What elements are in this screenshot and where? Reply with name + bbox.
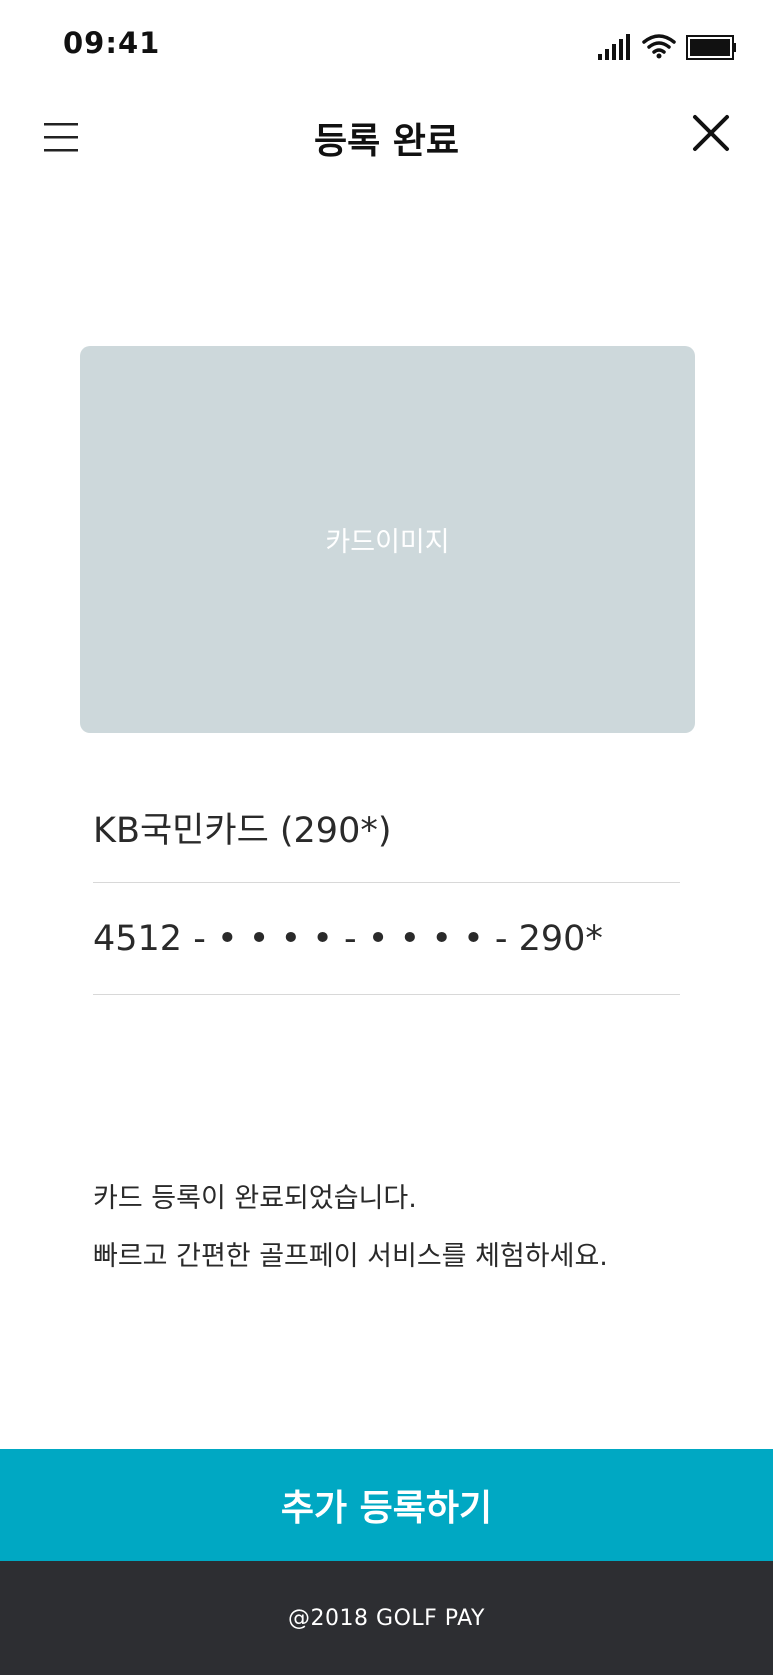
add-card-button[interactable]: 추가 등록하기 [0, 1449, 773, 1561]
message-line-1: 카드 등록이 완료되었습니다. [93, 1183, 417, 1214]
completion-message: 카드 등록이 완료되었습니다. 빠르고 간편한 골프페이 서비스를 체험하세요. [93, 1170, 713, 1286]
battery-icon [686, 35, 736, 60]
card-image-placeholder: 카드이미지 [80, 346, 695, 733]
card-number: 4512 - • • • • - • • • • - 290* [93, 919, 603, 959]
signal-icon [598, 34, 630, 60]
footer-copyright: @2018 GOLF PAY [288, 1605, 485, 1631]
message-line-2: 빠르고 간편한 골프페이 서비스를 체험하세요. [93, 1241, 608, 1272]
close-icon[interactable] [692, 114, 730, 152]
footer: @2018 GOLF PAY [0, 1561, 773, 1675]
header: 등록 완료 [0, 92, 773, 180]
card-name-row: KB국민카드 (290*) [93, 772, 680, 883]
wifi-icon [642, 34, 676, 59]
status-time: 09:41 [63, 26, 161, 60]
registration-complete-screen: 09:41 등록 완료 카드이미지 KB국민카드 (290*) 4512 - •… [0, 0, 773, 1675]
card-image-label: 카드이미지 [325, 527, 450, 558]
status-bar: 09:41 [0, 0, 773, 92]
card-name: KB국민카드 (290*) [93, 810, 392, 851]
page-title: 등록 완료 [313, 121, 459, 162]
card-number-row: 4512 - • • • • - • • • • - 290* [93, 884, 680, 995]
